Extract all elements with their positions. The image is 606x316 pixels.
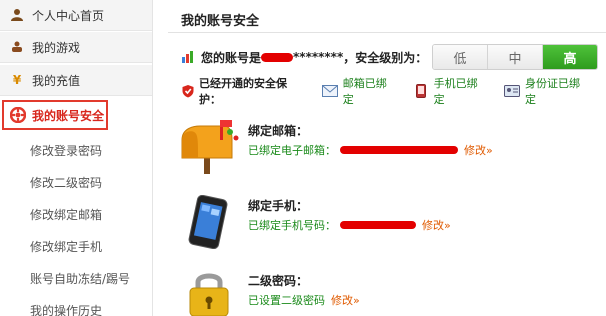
- user-icon: [10, 8, 24, 22]
- protection-phone: 手机已绑定: [413, 75, 488, 107]
- sidebar-item-home[interactable]: 个人中心首页: [0, 0, 152, 31]
- page-title: 我的账号安全: [181, 14, 260, 29]
- mailbox-icon: [180, 118, 240, 174]
- email-block-title: 绑定邮箱：: [248, 124, 309, 138]
- protection-email: 邮箱已绑定: [321, 75, 397, 107]
- phone-icon: [413, 84, 429, 98]
- sidebar-item-change-login-password[interactable]: 修改登录密码: [30, 142, 102, 159]
- level-low: 低: [433, 45, 488, 69]
- modify-email-link[interactable]: 修改»: [464, 142, 493, 158]
- sidebar-item-label: 个人中心首页: [32, 8, 105, 23]
- bar-chart-icon: [181, 50, 195, 64]
- lifebuoy-icon: [10, 107, 26, 123]
- password-block-title: 二级密码：: [248, 274, 309, 288]
- security-level-meter: 低 中 高: [432, 44, 598, 70]
- protection-row: 已经开通的安全保护： 邮箱已绑定 手机已绑定 身份证已绑定: [181, 77, 606, 106]
- game-icon: [10, 40, 24, 54]
- mail-icon: [321, 84, 338, 98]
- padlock-icon: [186, 268, 232, 316]
- title-divider: [168, 32, 606, 33]
- modify-password-link[interactable]: 修改»: [331, 292, 360, 308]
- yen-icon: ¥: [12, 73, 22, 87]
- email-status: 已绑定电子邮箱： 修改»: [248, 142, 493, 158]
- redaction-mark: [261, 52, 294, 62]
- sidebar-item-label: 我的账号安全: [32, 108, 105, 123]
- account-label: 您的账号是: [201, 50, 262, 65]
- level-high: 高: [543, 45, 597, 69]
- account-masked: ********: [293, 50, 344, 64]
- phone-status: 已绑定手机号码： 修改»: [248, 217, 451, 233]
- sidebar-item-recharge[interactable]: ¥ 我的充值: [0, 65, 152, 96]
- sidebar-item-label: 我的充值: [32, 73, 81, 88]
- sidebar-item-change-secondary-password[interactable]: 修改二级密码: [30, 174, 102, 191]
- glare: [470, 250, 560, 300]
- redaction-mark: [340, 221, 416, 229]
- redaction-mark: [340, 146, 458, 154]
- phone-status-label: 已绑定手机号码：: [248, 219, 336, 232]
- sidebar: 个人中心首页 我的游戏 ¥ 我的充值 我的账号安全 修改登录密码 修改二级密码 …: [0, 0, 153, 316]
- phone-block-title: 绑定手机：: [248, 199, 309, 213]
- sidebar-item-account-security[interactable]: 我的账号安全: [2, 100, 108, 130]
- modify-phone-link[interactable]: 修改»: [422, 217, 451, 233]
- protection-label: 已经开通的安全保护：: [199, 77, 287, 106]
- smartphone-icon: [185, 194, 231, 250]
- password-status-label: 已设置二级密码: [248, 294, 325, 307]
- sidebar-item-label: 我的游戏: [32, 40, 81, 55]
- sidebar-item-freeze-account[interactable]: 账号自助冻结/踢号: [30, 270, 130, 287]
- sidebar-item-change-email[interactable]: 修改绑定邮箱: [30, 206, 102, 223]
- email-status-label: 已绑定电子邮箱：: [248, 144, 336, 157]
- shield-icon: [181, 84, 195, 98]
- sidebar-item-operation-history[interactable]: 我的操作历史: [30, 302, 102, 316]
- sidebar-item-change-phone[interactable]: 修改绑定手机: [30, 238, 102, 255]
- account-security-row: 您的账号是 ******** ，安全级别为：: [181, 46, 427, 68]
- id-card-icon: [503, 84, 520, 98]
- protection-id-card: 身份证已绑定: [503, 75, 590, 107]
- security-level-label: ，安全级别为：: [343, 50, 428, 65]
- password-status: 已设置二级密码 修改»: [248, 292, 360, 308]
- sidebar-item-games[interactable]: 我的游戏: [0, 32, 152, 63]
- level-medium: 中: [488, 45, 543, 69]
